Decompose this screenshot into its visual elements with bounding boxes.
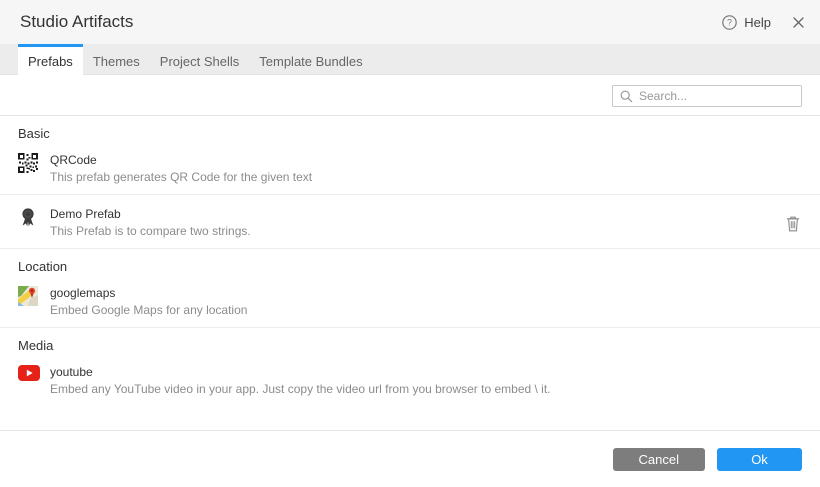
tab-prefabs[interactable]: Prefabs: [18, 44, 83, 75]
tab-themes[interactable]: Themes: [83, 44, 150, 75]
list-item-demo-prefab[interactable]: Demo Prefab This Prefab is to compare tw…: [0, 195, 820, 249]
cancel-button[interactable]: Cancel: [612, 448, 705, 471]
studio-artifacts-dialog: Studio Artifacts ? Help Prefabs Themes P…: [0, 0, 820, 487]
list-item-youtube[interactable]: youtube Embed any YouTube video in your …: [0, 353, 820, 406]
section-header-basic: Basic: [18, 126, 50, 141]
ok-button[interactable]: Ok: [717, 448, 802, 471]
search-icon: [620, 90, 633, 103]
item-texts: youtube Embed any YouTube video in your …: [50, 365, 802, 397]
item-description: Embed Google Maps for any location: [50, 303, 248, 317]
item-description: This prefab generates QR Code for the gi…: [50, 170, 313, 184]
tab-project-shells[interactable]: Project Shells: [150, 44, 249, 75]
section-header-media: Media: [18, 338, 54, 353]
item-title: youtube: [50, 365, 93, 379]
page-title: Studio Artifacts: [20, 12, 134, 31]
trash-icon: [786, 215, 800, 232]
search-input[interactable]: [639, 89, 794, 103]
help-button[interactable]: ? Help: [722, 15, 771, 30]
item-title: QRCode: [50, 153, 97, 167]
close-icon: [793, 16, 804, 28]
help-icon: ?: [722, 14, 738, 30]
qrcode-icon: [18, 153, 40, 173]
section-header-location: Location: [18, 259, 68, 274]
tab-template-bundles[interactable]: Template Bundles: [249, 44, 372, 75]
award-ribbon-icon: [18, 207, 40, 227]
item-texts: googlemaps Embed Google Maps for any loc…: [50, 286, 802, 318]
youtube-icon: [18, 365, 40, 381]
search-box[interactable]: [612, 85, 802, 107]
svg-text:?: ?: [727, 17, 732, 27]
google-maps-icon: [18, 286, 40, 306]
close-button[interactable]: [793, 16, 804, 28]
search-row: [0, 75, 820, 116]
list-item-googlemaps[interactable]: googlemaps Embed Google Maps for any loc…: [0, 274, 820, 328]
item-description: Embed any YouTube video in your app. Jus…: [50, 382, 551, 396]
delete-button[interactable]: [784, 213, 802, 234]
header-actions: ? Help: [722, 15, 804, 30]
list-item-qrcode[interactable]: QRCode This prefab generates QR Code for…: [0, 141, 820, 195]
item-title: googlemaps: [50, 286, 116, 300]
dialog-header: Studio Artifacts ? Help: [0, 0, 820, 44]
prefab-list: Basic QRCode This prefab generates QR Co…: [0, 116, 820, 430]
tab-bar: Prefabs Themes Project Shells Template B…: [0, 44, 820, 75]
item-title: Demo Prefab: [50, 207, 121, 221]
item-texts: QRCode This prefab generates QR Code for…: [50, 153, 802, 185]
item-description: This Prefab is to compare two strings.: [50, 224, 251, 238]
dialog-footer: Cancel Ok: [0, 430, 820, 487]
item-texts: Demo Prefab This Prefab is to compare tw…: [50, 207, 784, 239]
help-label: Help: [744, 14, 771, 30]
